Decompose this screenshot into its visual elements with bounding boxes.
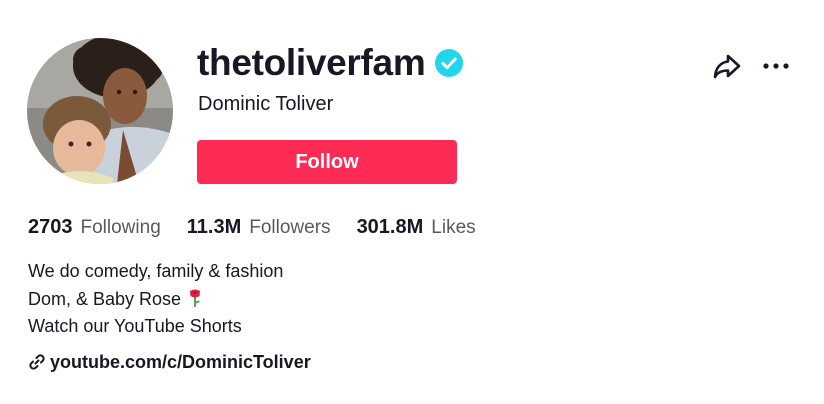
profile-avatar[interactable]	[27, 38, 173, 184]
following-count: 2703	[28, 216, 73, 238]
display-name: Dominic Toliver	[198, 93, 334, 115]
likes-count: 301.8M	[356, 216, 424, 238]
stat-following[interactable]: 2703 Following	[28, 216, 161, 239]
following-label: Following	[80, 217, 161, 238]
more-icon	[763, 63, 789, 69]
followers-count: 11.3M	[186, 216, 242, 238]
bio-line: Watch our YouTube Shorts	[28, 316, 242, 336]
bio-line: Dom, & Baby Rose	[28, 288, 182, 309]
share-button[interactable]	[711, 50, 743, 82]
more-options-button[interactable]	[761, 52, 791, 80]
bio-line-with-emoji: Dom, & Baby Rose	[28, 286, 283, 314]
profile-stats: 2703 Following 11.3M Followers 301.8M Li…	[28, 216, 502, 244]
rose-icon	[187, 288, 203, 308]
link-icon	[28, 353, 46, 371]
username-row: thetoliverfam	[197, 40, 464, 86]
bio-line: We do comedy, family & fashion	[28, 261, 284, 281]
followers-label: Followers	[249, 217, 331, 238]
stat-followers[interactable]: 11.3M Followers	[187, 216, 331, 239]
username: thetoliverfam	[197, 42, 426, 83]
verified-badge-icon	[435, 49, 464, 77]
link-text: youtube.com/c/DominicToliver	[50, 351, 311, 372]
likes-label: Likes	[431, 217, 476, 238]
stat-likes: 301.8M Likes	[357, 216, 476, 239]
follow-button[interactable]: Follow	[197, 140, 457, 184]
profile-link[interactable]: youtube.com/c/DominicToliver	[28, 349, 311, 375]
share-icon	[713, 54, 741, 79]
profile-bio: We do comedy, family & fashion Dom, & Ba…	[28, 258, 283, 341]
